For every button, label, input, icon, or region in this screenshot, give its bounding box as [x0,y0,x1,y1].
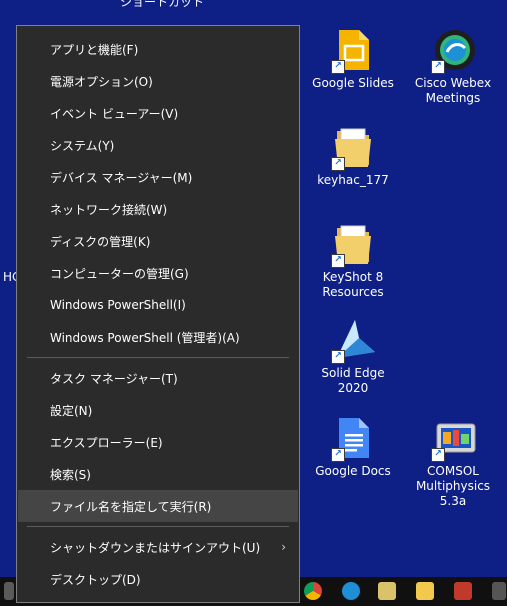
menu-item-shutdown-signout[interactable]: シャットダウンまたはサインアウト(U) › [18,531,298,563]
menu-item-powershell[interactable]: Windows PowerShell(I) [18,289,298,321]
desktop-icon-label: Google Slides [312,76,394,90]
shortcut-arrow-icon: ↗ [331,157,345,171]
menu-item-run[interactable]: ファイル名を指定して実行(R) [18,490,298,522]
taskbar-app-icon[interactable] [454,582,472,600]
solid-edge-icon: ↗ [331,318,375,364]
menu-item-label: タスク マネージャー(T) [50,371,178,386]
shortcut-arrow-icon: ↗ [331,350,345,364]
menu-item-label: イベント ビューアー(V) [50,106,179,121]
shortcut-arrow-icon: ↗ [331,448,345,462]
menu-item-settings[interactable]: 設定(N) [18,394,298,426]
chrome-icon[interactable] [304,582,322,600]
edge-icon[interactable] [342,582,360,600]
shortcut-arrow-icon: ↗ [431,448,445,462]
start-icon[interactable] [4,582,14,600]
menu-item-label: Windows PowerShell(I) [50,298,186,312]
google-docs-icon: ↗ [331,416,373,462]
desktop-icon-solid-edge[interactable]: ↗ Solid Edge 2020 [308,318,398,396]
comsol-icon: ↗ [431,416,476,462]
menu-separator [27,526,289,527]
menu-item-label: Windows PowerShell (管理者)(A) [50,330,240,345]
menu-item-event-viewer[interactable]: イベント ビューアー(V) [18,97,298,129]
winx-context-menu: アプリと機能(F) 電源オプション(O) イベント ビューアー(V) システム(… [16,25,300,603]
menu-item-label: 電源オプション(O) [50,74,153,89]
menu-item-label: 設定(N) [50,403,93,418]
google-slides-icon: ↗ [331,28,373,74]
menu-item-network-connections[interactable]: ネットワーク接続(W) [18,193,298,225]
menu-item-label: デバイス マネージャー(M) [50,170,193,185]
menu-item-label: 検索(S) [50,467,91,482]
folder-icon: ↗ [331,125,373,171]
menu-item-file-explorer[interactable]: エクスプローラー(E) [18,426,298,458]
desktop-icon-cisco-webex[interactable]: ↗ Cisco Webex Meetings [408,28,498,106]
menu-item-label: アプリと機能(F) [50,42,139,57]
desktop-icon-keyhac[interactable]: ↗ keyhac_177 [308,125,398,188]
desktop-icon-label: KeyShot 8 Resources [322,270,384,299]
shortcut-arrow-icon: ↗ [331,60,345,74]
folder-icon: ↗ [331,222,373,268]
menu-item-label: エクスプローラー(E) [50,435,163,450]
clipped-desktop-label: ショートカット [120,0,205,9]
taskbar-app-icon[interactable] [492,582,506,600]
menu-item-power-options[interactable]: 電源オプション(O) [18,65,298,97]
taskbar-app-icon[interactable] [378,582,396,600]
menu-item-search[interactable]: 検索(S) [18,458,298,490]
menu-item-task-manager[interactable]: タスク マネージャー(T) [18,362,298,394]
menu-item-powershell-admin[interactable]: Windows PowerShell (管理者)(A) [18,321,298,353]
menu-item-device-manager[interactable]: デバイス マネージャー(M) [18,161,298,193]
desktop-icon-google-docs[interactable]: ↗ Google Docs [308,416,398,479]
menu-item-label: ファイル名を指定して実行(R) [50,499,212,514]
desktop-icon-label: Cisco Webex Meetings [414,76,492,105]
menu-item-label: システム(Y) [50,138,115,153]
menu-item-label: ディスクの管理(K) [50,234,151,249]
menu-item-disk-management[interactable]: ディスクの管理(K) [18,225,298,257]
menu-item-desktop[interactable]: デスクトップ(D) [18,563,298,595]
desktop-icon-label: Google Docs [315,464,391,478]
menu-item-label: コンピューターの管理(G) [50,266,189,281]
chevron-right-icon: › [281,540,286,554]
desktop-icon-comsol[interactable]: ↗ COMSOL Multiphysics 5.3a [408,416,498,509]
shortcut-arrow-icon: ↗ [431,60,445,74]
menu-item-label: ネットワーク接続(W) [50,202,168,217]
desktop-icon-label: Solid Edge 2020 [321,366,385,395]
desktop-icon-google-slides[interactable]: ↗ Google Slides [308,28,398,91]
desktop-icon-label: keyhac_177 [317,173,389,187]
webex-icon: ↗ [431,28,475,74]
file-explorer-icon[interactable] [416,582,434,600]
menu-item-computer-management[interactable]: コンピューターの管理(G) [18,257,298,289]
menu-item-label: デスクトップ(D) [50,572,141,587]
menu-item-label: シャットダウンまたはサインアウト(U) [50,540,261,555]
menu-separator [27,357,289,358]
shortcut-arrow-icon: ↗ [331,254,345,268]
menu-item-apps-and-features[interactable]: アプリと機能(F) [18,33,298,65]
menu-item-system[interactable]: システム(Y) [18,129,298,161]
desktop-icon-label: COMSOL Multiphysics 5.3a [415,464,491,508]
desktop-icon-keyshot[interactable]: ↗ KeyShot 8 Resources [308,222,398,300]
